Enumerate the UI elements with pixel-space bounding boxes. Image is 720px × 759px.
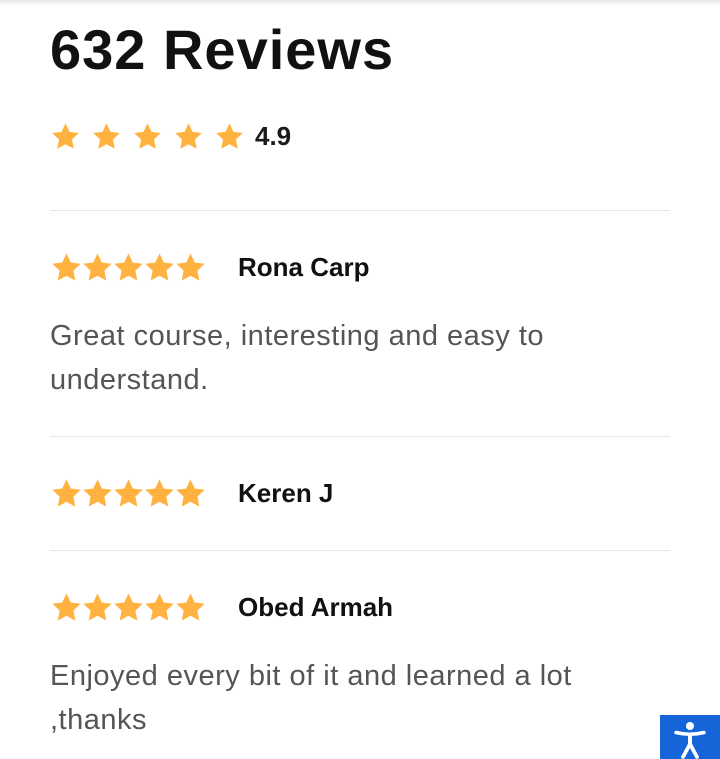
divider bbox=[50, 436, 670, 437]
star-icon bbox=[52, 252, 81, 281]
star-icon bbox=[114, 252, 143, 281]
reviewer-name: Obed Armah bbox=[238, 591, 394, 622]
average-rating: 4.9 bbox=[255, 120, 292, 151]
star-icon bbox=[83, 252, 112, 281]
star-icon bbox=[176, 478, 205, 507]
accessibility-icon bbox=[674, 722, 706, 759]
star-icon bbox=[114, 478, 143, 507]
review-stars bbox=[50, 477, 238, 510]
star-icon bbox=[134, 122, 161, 149]
star-icon bbox=[145, 252, 174, 281]
review-header: Rona Carp bbox=[50, 250, 369, 284]
review-stars bbox=[50, 251, 238, 284]
review-text: Enjoyed every bit of it and learned a lo… bbox=[50, 660, 572, 736]
star-icon bbox=[83, 478, 112, 507]
review-header: Keren J bbox=[50, 476, 333, 510]
rating-summary: 4.9 bbox=[50, 118, 291, 154]
accessibility-button[interactable] bbox=[660, 715, 720, 759]
review-text: Great course, interesting and easy to un… bbox=[50, 320, 545, 396]
star-icon bbox=[114, 592, 143, 621]
star-icon bbox=[52, 122, 79, 149]
star-icon bbox=[93, 122, 120, 149]
divider bbox=[50, 210, 670, 211]
star-icon bbox=[176, 592, 205, 621]
star-icon bbox=[52, 592, 81, 621]
star-icon bbox=[83, 592, 112, 621]
star-icon bbox=[145, 478, 174, 507]
star-icon bbox=[145, 592, 174, 621]
star-icon bbox=[216, 122, 243, 149]
reviewer-name: Rona Carp bbox=[238, 251, 370, 282]
divider bbox=[50, 550, 670, 551]
reviewer-name: Keren J bbox=[238, 477, 334, 508]
star-icon bbox=[175, 122, 202, 149]
review-stars bbox=[50, 591, 238, 624]
star-icon bbox=[52, 478, 81, 507]
star-icon bbox=[176, 252, 205, 281]
review-header: Obed Armah bbox=[50, 590, 393, 624]
top-edge-shadow bbox=[0, 0, 720, 6]
page-title: 632 Reviews bbox=[50, 18, 395, 81]
